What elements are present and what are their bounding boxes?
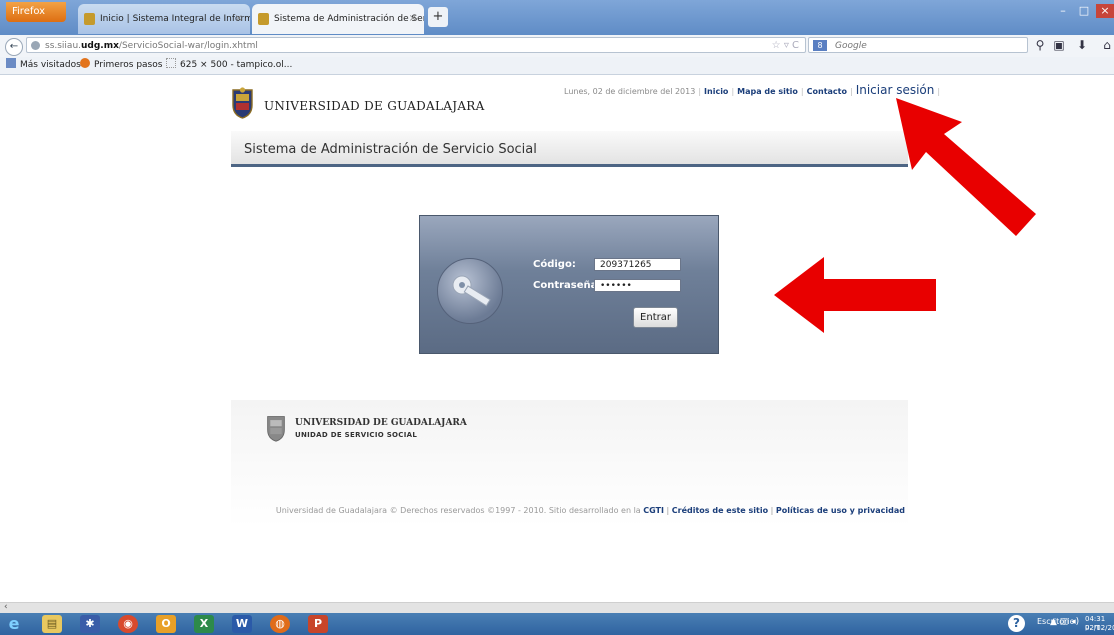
link-inicio[interactable]: Inicio xyxy=(704,87,728,96)
search-placeholder: Google xyxy=(835,41,867,51)
screen-icon[interactable]: ▣ xyxy=(1052,38,1066,52)
tab-close-icon[interactable]: × xyxy=(409,4,417,34)
firefox-icon xyxy=(80,58,90,68)
download-icon[interactable]: ⬇ xyxy=(1075,38,1089,52)
link-politicas[interactable]: Políticas de uso y privacidad xyxy=(776,506,905,515)
tab-label: Sistema de Administración de Servici... xyxy=(274,14,424,24)
bookmark-label: 625 × 500 - tampico.ol... xyxy=(180,60,293,70)
internet-explorer-icon[interactable]: e xyxy=(4,615,24,633)
chrome-icon[interactable]: ◉ xyxy=(118,615,138,633)
copyright-line: Universidad de Guadalajara © Derechos re… xyxy=(275,506,905,515)
maximize-button[interactable]: □ xyxy=(1075,4,1093,18)
university-name: UNIVERSIDAD DE GUADALAJARA xyxy=(264,99,485,113)
tab-favicon xyxy=(258,13,269,25)
powerpoint-icon[interactable]: P xyxy=(308,615,328,633)
footer-university-name: UNIVERSIDAD DE GUADALAJARA xyxy=(295,418,467,428)
link-mapa-sitio[interactable]: Mapa de sitio xyxy=(737,87,798,96)
bookmark-folder-icon xyxy=(6,58,16,68)
code-label: Código: xyxy=(533,259,576,270)
page-footer: UNIVERSIDAD DE GUADALAJARA UNIDAD DE SER… xyxy=(231,400,908,527)
back-icon[interactable]: ← xyxy=(5,38,23,56)
code-input[interactable]: 209371265 xyxy=(594,258,681,271)
bookmark-star-icon[interactable]: ☆ ▿ C xyxy=(772,38,799,54)
arrow-annotation xyxy=(896,98,1036,236)
page-icon xyxy=(166,58,176,68)
link-creditos[interactable]: Créditos de este sitio xyxy=(672,506,768,515)
word-icon[interactable]: W xyxy=(232,615,252,633)
login-panel: Código: 209371265 Contraseña: •••••• Ent… xyxy=(419,215,719,354)
udg-crest-icon xyxy=(232,87,253,119)
tab-inicio[interactable]: Inicio | Sistema Integral de Informaci..… xyxy=(78,4,250,34)
outlook-icon[interactable]: O xyxy=(156,615,176,633)
tab-close-icon[interactable]: × xyxy=(235,4,243,34)
home-icon[interactable]: ⌂ xyxy=(1100,38,1114,52)
copyright-text: Universidad de Guadalajara © Derechos re… xyxy=(275,506,641,515)
password-input[interactable]: •••••• xyxy=(594,279,681,292)
password-label: Contraseña: xyxy=(533,280,602,291)
firefox-menu-button[interactable]: Firefox xyxy=(6,2,66,22)
media-app-icon[interactable]: ✱ xyxy=(80,615,100,633)
bookmark-primeros-pasos[interactable]: Primeros pasos xyxy=(80,57,162,73)
current-date: Lunes, 02 de diciembre del 2013 xyxy=(564,87,696,96)
search-engine-icon[interactable]: 8 xyxy=(813,40,827,51)
url-path: /ServicioSocial-war/login.xhtml xyxy=(118,41,258,51)
udg-crest-icon xyxy=(267,416,285,442)
close-window-button[interactable]: × xyxy=(1096,4,1114,18)
key-icon xyxy=(437,258,503,324)
scroll-left-arrow-icon[interactable]: ‹ xyxy=(4,602,8,612)
tab-favicon xyxy=(84,13,95,25)
globe-icon xyxy=(31,41,40,50)
navigation-bar: ← ss.siiau.udg.mx/ServicioSocial-war/log… xyxy=(0,35,1114,58)
submit-button[interactable]: Entrar xyxy=(633,307,678,328)
url-domain: udg.mx xyxy=(81,41,119,51)
arrow-annotation xyxy=(774,257,936,333)
url-field[interactable]: ss.siiau.udg.mx/ServicioSocial-war/login… xyxy=(26,37,806,53)
link-cgti[interactable]: CGTI xyxy=(643,506,664,515)
tab-servicio-social[interactable]: Sistema de Administración de Servici... … xyxy=(252,4,424,34)
bookmarks-bar: Más visitados Primeros pasos 625 × 500 -… xyxy=(0,57,1114,75)
footer-unit-name: UNIDAD DE SERVICIO SOCIAL xyxy=(295,431,418,439)
bookmark-tampico[interactable]: 625 × 500 - tampico.ol... xyxy=(166,57,292,73)
firefox-taskbar-icon[interactable]: ◍ xyxy=(270,615,290,633)
excel-icon[interactable]: X xyxy=(194,615,214,633)
search-field[interactable]: 8 Google xyxy=(808,37,1028,53)
taskbar: e ▤ ✱ ◉ O X W ◍ P xyxy=(0,613,1114,635)
clock-date[interactable]: 02/12/2013 xyxy=(1085,624,1114,632)
search-icon[interactable]: ⚲ xyxy=(1033,38,1047,52)
bookmark-label: Primeros pasos xyxy=(94,60,163,70)
url-prefix: ss.siiau. xyxy=(45,41,82,51)
link-contacto[interactable]: Contacto xyxy=(807,87,847,96)
tray-icons[interactable]: ▲ ◫ ◂) xyxy=(1050,617,1079,627)
header-links: Lunes, 02 de diciembre del 2013 | Inicio | M… xyxy=(564,83,941,97)
file-explorer-icon[interactable]: ▤ xyxy=(42,615,62,633)
help-icon[interactable]: ? xyxy=(1008,615,1025,632)
minimize-button[interactable]: – xyxy=(1054,4,1072,18)
bookmark-label: Más visitados xyxy=(20,60,81,70)
page-title: Sistema de Administración de Servicio So… xyxy=(244,142,537,157)
new-tab-button[interactable]: + xyxy=(428,7,448,27)
bookmark-mas-visitados[interactable]: Más visitados xyxy=(6,57,81,73)
tab-label: Inicio | Sistema Integral de Informaci..… xyxy=(100,14,250,24)
system-title-bar: Sistema de Administración de Servicio So… xyxy=(231,131,908,167)
